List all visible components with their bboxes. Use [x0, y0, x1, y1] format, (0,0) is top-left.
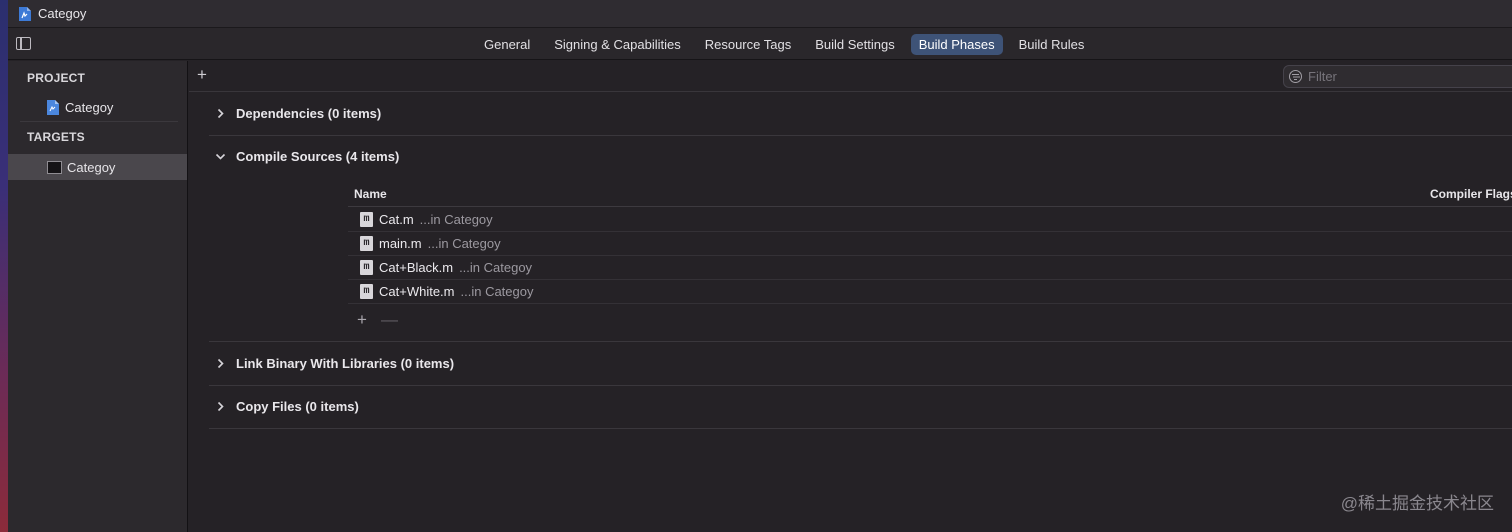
table-actions: + —	[357, 310, 398, 330]
tab-signing-capabilities[interactable]: Signing & Capabilities	[546, 34, 688, 55]
build-phases-editor: + Dependencies (0 items) Compile Sources…	[189, 61, 1512, 532]
phase-copy-files: Copy Files (0 items)	[209, 386, 1512, 429]
tab-build-phases[interactable]: Build Phases	[910, 33, 1003, 55]
column-header-name[interactable]: Name	[354, 187, 387, 201]
tab-build-rules[interactable]: Build Rules	[1011, 34, 1093, 55]
watermark: @稀土掘金技术社区	[1340, 494, 1494, 513]
phase-dependencies-header[interactable]: Dependencies (0 items)	[215, 106, 381, 121]
nav-item-target-label: Categoy	[67, 159, 116, 175]
chevron-right-icon[interactable]	[215, 358, 226, 369]
file-location: ...in Categoy	[419, 212, 493, 227]
chevron-right-icon[interactable]	[215, 401, 226, 412]
chevron-down-icon[interactable]	[215, 151, 226, 162]
phase-link-binary-header[interactable]: Link Binary With Libraries (0 items)	[215, 356, 454, 371]
title-bar: Categoy	[8, 0, 1512, 28]
phase-link-binary-label: Link Binary With Libraries (0 items)	[236, 356, 455, 371]
chevron-right-icon[interactable]	[215, 108, 226, 119]
xcode-project-icon	[19, 6, 31, 21]
editor-tabs: General Signing & Capabilities Resource …	[476, 28, 1100, 60]
table-row[interactable]: m Cat+Black.m ...in Categoy	[348, 256, 1512, 280]
tab-general[interactable]: General	[476, 34, 538, 55]
file-name: Cat+White.m	[379, 284, 455, 299]
phase-compile-sources-label: Compile Sources (4 items)	[236, 149, 400, 164]
phase-link-binary: Link Binary With Libraries (0 items)	[209, 343, 1512, 386]
filter-icon	[1289, 70, 1302, 83]
phase-copy-files-header[interactable]: Copy Files (0 items)	[215, 399, 359, 414]
project-navigator: PROJECT Categoy TARGETS Categoy	[8, 61, 188, 532]
table-header: Name Compiler Flags	[348, 180, 1512, 207]
phase-copy-files-label: Copy Files (0 items)	[236, 399, 359, 414]
phase-compile-sources: Compile Sources (4 items) Name Compiler …	[209, 136, 1512, 342]
file-name: main.m	[379, 236, 422, 251]
sidebar-toggle-icon[interactable]	[16, 37, 31, 50]
nav-item-project[interactable]: Categoy	[8, 94, 187, 120]
objc-source-file-icon: m	[360, 260, 373, 275]
filter-field[interactable]	[1283, 65, 1512, 88]
add-file-button[interactable]: +	[357, 310, 367, 330]
objc-source-file-icon: m	[360, 212, 373, 227]
file-location: ...in Categoy	[459, 260, 533, 275]
phase-dependencies: Dependencies (0 items)	[209, 93, 1512, 136]
project-file-icon	[47, 99, 59, 115]
tab-build-settings[interactable]: Build Settings	[807, 34, 903, 55]
table-row[interactable]: m Cat+White.m ...in Categoy	[348, 280, 1512, 304]
table-row[interactable]: m main.m ...in Categoy	[348, 232, 1512, 256]
objc-source-file-icon: m	[360, 236, 373, 251]
project-section-header: PROJECT	[27, 71, 86, 85]
tab-resource-tags[interactable]: Resource Tags	[697, 34, 799, 55]
phase-compile-sources-header[interactable]: Compile Sources (4 items)	[215, 149, 399, 164]
editor-tab-bar: General Signing & Capabilities Resource …	[8, 28, 1512, 60]
nav-item-target[interactable]: Categoy	[8, 154, 187, 180]
window-title: Categoy	[38, 6, 87, 21]
divider	[20, 121, 178, 122]
app-target-icon	[47, 160, 62, 174]
objc-source-file-icon: m	[360, 284, 373, 299]
column-header-compiler-flags[interactable]: Compiler Flags	[1430, 187, 1512, 201]
add-build-phase-button[interactable]: +	[197, 65, 207, 85]
filter-input[interactable]	[1306, 68, 1512, 85]
file-name: Cat+Black.m	[379, 260, 454, 275]
xcode-window: Categoy General Signing & Capabilities R…	[0, 0, 1512, 532]
build-phases-toolbar: +	[189, 61, 1512, 92]
file-location: ...in Categoy	[460, 284, 534, 299]
nav-item-project-label: Categoy	[65, 99, 114, 115]
file-name: Cat.m	[379, 212, 414, 227]
file-location: ...in Categoy	[427, 236, 501, 251]
desktop-background-edge	[0, 0, 8, 532]
phase-dependencies-label: Dependencies (0 items)	[236, 106, 382, 121]
table-row[interactable]: m Cat.m ...in Categoy	[348, 208, 1512, 232]
remove-file-button[interactable]: —	[381, 310, 398, 330]
targets-section-header: TARGETS	[27, 130, 85, 144]
